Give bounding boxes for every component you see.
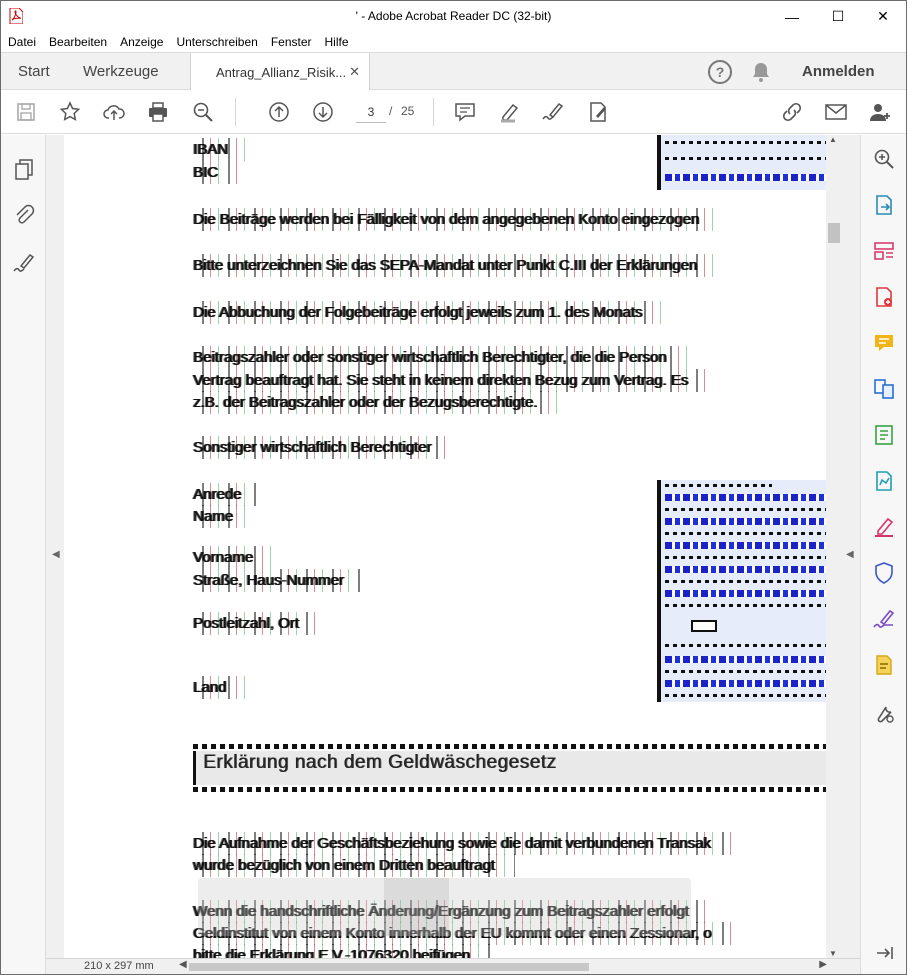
minimize-button[interactable]: — [769,1,815,32]
right-gutter [840,135,860,958]
toolbar-separator [235,98,236,126]
status-bar: 210 x 297 mm ◀ ▶ [46,958,860,974]
tab-document[interactable]: Antrag_Allianz_Risik... ✕ [190,53,370,91]
comment-tool-icon[interactable] [872,331,896,355]
signatures-icon[interactable] [12,251,36,275]
edit-pdf-icon[interactable] [872,469,896,493]
doc-label-name: Name [193,505,254,528]
attachment-icon[interactable] [12,203,36,227]
doc-text-debit: Die Beiträge werden bei Fälligkeit von d… [193,208,720,231]
doc-text-aml-1: Die Aufnahme der Geschäftsbeziehung sowi… [193,832,731,855]
tab-start[interactable]: Start [18,63,50,80]
email-icon[interactable] [824,100,848,124]
add-user-icon[interactable] [868,100,892,124]
menu-unterschreiben[interactable]: Unterschreiben [176,35,257,49]
iban-field[interactable] [657,135,826,190]
doc-text-payer-1: Beitragszahler oder sonstiger wirtschaft… [193,346,687,369]
close-tab-icon[interactable]: ✕ [349,64,360,80]
print-icon[interactable] [146,100,170,124]
right-tools-panel [860,135,906,974]
close-window-button[interactable]: ✕ [860,1,906,32]
title-bar: ' - Adobe Acrobat Reader DC (32-bit) — ☐… [1,1,906,32]
share-link-icon[interactable] [780,100,804,124]
left-gutter [46,135,64,958]
maximize-button[interactable]: ☐ [815,1,861,32]
help-icon[interactable]: ? [708,60,732,84]
fill-sign-tool-icon[interactable] [872,515,896,539]
hscroll-thumb[interactable] [189,963,589,971]
doc-label-bic: BIC [193,161,239,184]
scrollbar-thumb[interactable] [828,223,840,243]
star-icon[interactable] [58,100,82,124]
signin-button[interactable]: Anmelden [802,63,875,80]
comment-icon[interactable] [453,100,477,124]
save-icon[interactable] [14,100,38,124]
doc-text-payer-3: z.B. der Beitragszahler oder der Bezugsb… [193,391,558,414]
document-view[interactable]: IBAN BIC Die Beiträge werden bei Fälligk… [64,135,826,958]
scroll-up-arrow-icon[interactable]: ▲ [829,135,837,144]
bell-icon[interactable] [750,61,772,83]
vertical-scrollbar[interactable]: ▲ ▼ [826,135,840,958]
acrobat-window: ' - Adobe Acrobat Reader DC (32-bit) — ☐… [0,0,907,975]
doc-text-due: Die Abbuchung der Folgebeiträge erfolgt … [193,301,663,324]
page-thumbnails-icon[interactable] [12,157,36,181]
collapse-right-arrow-icon[interactable]: ◀ [846,549,854,560]
page-number-input[interactable]: 3 [356,101,386,123]
compress-pdf-icon[interactable] [872,423,896,447]
combine-files-icon[interactable] [872,377,896,401]
page-separator: / [389,104,393,118]
doc-text-other-beneficiary: Sonstiger wirtschaftlich Berechtigter [193,436,452,459]
scroll-left-arrow-icon[interactable]: ◀ [179,959,187,970]
menu-bar: Datei Bearbeiten Anzeige Unterschreiben … [1,32,906,52]
fill-sign-icon[interactable] [586,100,610,124]
page-size-readout: 210 x 297 mm [84,960,154,972]
page-up-icon[interactable] [267,100,291,124]
send-comments-icon[interactable] [872,653,896,677]
left-navigation-panel [1,135,46,974]
highlight-pen-icon[interactable] [498,100,522,124]
doc-label-zip: Postleitzahl, Ort [193,612,319,635]
doc-label-firstname: Vorname [193,546,274,569]
expand-panel-icon[interactable] [872,941,896,965]
menu-hilfe[interactable]: Hilfe [325,35,349,49]
page-total: 25 [401,104,415,118]
menu-fenster[interactable]: Fenster [271,35,312,49]
tab-tools[interactable]: Werkzeuge [83,63,159,80]
scroll-right-arrow-icon[interactable]: ▶ [819,959,827,970]
create-pdf-icon[interactable] [872,285,896,309]
doc-label-salutation: Anrede [193,483,262,506]
doc-text-payer-2: Vertrag beauftragt hat. Sie steht in kei… [193,369,709,392]
collapse-left-arrow-icon[interactable]: ◀ [52,549,60,560]
zoom-in-icon[interactable] [872,147,896,171]
doc-text-handwritten-3: bitte die Erklärung E.V.-1076320 beifüge… [193,944,491,958]
sign-pen-icon[interactable] [541,100,565,124]
upload-cloud-icon[interactable] [102,100,126,124]
doc-label-country: Land [193,676,247,699]
tab-bar: Start Werkzeuge Antrag_Allianz_Risik... … [1,52,906,91]
beneficiary-fields[interactable] [657,480,826,702]
organize-pages-icon[interactable] [872,239,896,263]
menu-datei[interactable]: Datei [8,35,36,49]
tab-document-label: Antrag_Allianz_Risik... [216,64,347,80]
export-pdf-icon[interactable] [872,193,896,217]
doc-label-iban: IBAN [193,138,249,161]
menu-bearbeiten[interactable]: Bearbeiten [49,35,107,49]
more-tools-icon[interactable] [872,701,896,725]
doc-label-street: Straße, Haus-Nummer [193,569,364,592]
menu-anzeige[interactable]: Anzeige [120,35,163,49]
section-heading: Erklärung nach dem Geldwäschegesetz [203,752,557,773]
signature-tool-icon[interactable] [872,607,896,631]
protect-shield-icon[interactable] [872,561,896,585]
toolbar: 3 / 25 [1,90,906,134]
floating-page-controls[interactable] [198,878,691,936]
doc-text-sign: Bitte unterzeichnen Sie das SEPA-Mandat … [193,254,718,277]
section-heading-band: Erklärung nach dem Geldwäschegesetz [193,744,826,792]
horizontal-scrollbar[interactable]: ◀ ▶ [179,959,827,973]
page-down-icon[interactable] [311,100,335,124]
doc-text-aml-2: wurde bezüglich von einem Dritten beauft… [193,854,515,877]
zoom-search-icon[interactable] [191,100,215,124]
toolbar-separator [433,98,434,126]
scroll-down-arrow-icon[interactable]: ▼ [829,949,837,958]
